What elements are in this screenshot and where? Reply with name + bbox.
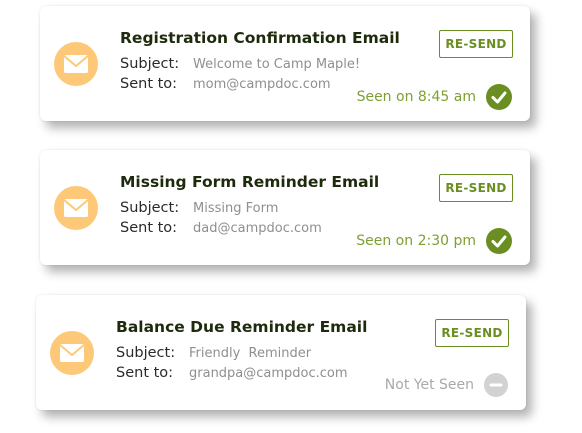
sent-to-row: Sent to: grandpa@campdoc.com: [116, 365, 348, 381]
email-card: Balance Due Reminder Email Subject: Frien…: [36, 295, 526, 410]
check-circle-icon: [486, 228, 512, 254]
resend-button[interactable]: RE-SEND: [435, 319, 509, 347]
sent-to-value: dad@campdoc.com: [193, 221, 322, 236]
subject-row: Subject: Friendly Reminder: [116, 345, 311, 361]
subject-value: Friendly Reminder: [189, 346, 312, 361]
sent-to-value: grandpa@campdoc.com: [189, 366, 348, 381]
email-card: Missing Form Reminder Email Subject: Miss…: [40, 150, 530, 265]
sent-to-row: Sent to: dad@campdoc.com: [120, 220, 322, 236]
seen-status: Not Yet Seen: [385, 373, 508, 397]
sent-to-row: Sent to: mom@campdoc.com: [120, 76, 331, 92]
subject-row: Subject: Missing Form: [120, 200, 278, 216]
seen-status-text: Not Yet Seen: [384, 377, 474, 393]
check-circle-icon: [486, 84, 512, 110]
sent-to-label: Sent to:: [120, 220, 178, 236]
email-title: Registration Confirmation Email: [120, 29, 400, 47]
sent-to-label: Sent to:: [120, 76, 178, 92]
seen-status-text: Seen on 8:45 am: [356, 89, 476, 105]
seen-status: Seen on 8:45 am: [357, 84, 512, 110]
resend-button[interactable]: RE-SEND: [439, 174, 513, 202]
email-title: Missing Form Reminder Email: [120, 173, 380, 191]
resend-button[interactable]: RE-SEND: [439, 30, 513, 58]
email-card: Registration Confirmation Email Subject:…: [40, 6, 530, 121]
sent-to-label: Sent to:: [116, 365, 174, 381]
minus-circle-icon: [484, 373, 508, 397]
envelope-icon: [54, 42, 98, 86]
email-title: Balance Due Reminder Email: [116, 318, 368, 336]
subject-row: Subject: Welcome to Camp Maple!: [120, 56, 360, 72]
subject-label: Subject:: [120, 56, 180, 72]
subject-label: Subject:: [120, 200, 180, 216]
envelope-icon: [54, 186, 98, 230]
envelope-icon: [50, 331, 94, 375]
subject-label: Subject:: [116, 345, 176, 361]
sent-to-value: mom@campdoc.com: [193, 77, 331, 92]
seen-status-text: Seen on 2:30 pm: [356, 233, 476, 249]
subject-value: Welcome to Camp Maple!: [193, 57, 361, 72]
seen-status: Seen on 2:30 pm: [356, 228, 512, 254]
subject-value: Missing Form: [193, 201, 279, 216]
